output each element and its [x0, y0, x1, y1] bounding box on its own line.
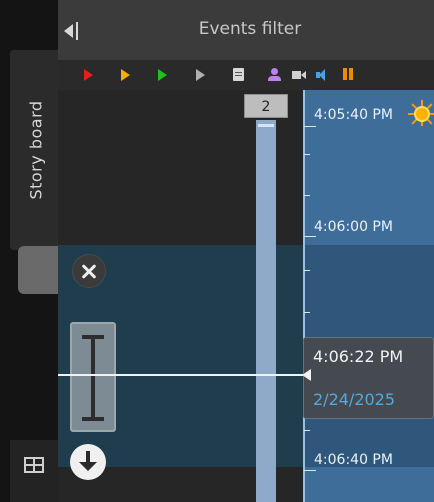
cursor-date: 2/24/2025 — [313, 390, 396, 409]
major-tick — [304, 470, 316, 471]
storyboard-column[interactable] — [256, 120, 276, 502]
camera-icon[interactable] — [292, 68, 306, 82]
minor-tick — [304, 154, 310, 155]
document-icon[interactable] — [233, 68, 247, 82]
cursor-pointer-icon — [302, 369, 311, 381]
yellow-play-icon[interactable] — [121, 68, 135, 82]
close-icon[interactable] — [72, 254, 106, 288]
sun-icon — [408, 100, 434, 126]
gray-play-icon[interactable] — [196, 68, 210, 82]
pause-icon[interactable] — [342, 68, 356, 82]
panel-resize-handle[interactable] — [18, 246, 58, 294]
speaker-icon[interactable] — [316, 68, 330, 82]
collapse-left-icon[interactable] — [64, 22, 84, 40]
timeline-label: 4:06:40 PM — [314, 452, 393, 468]
cursor-time: 4:06:22 PM — [313, 347, 404, 366]
minor-tick — [304, 195, 310, 196]
timeline-axis — [303, 90, 305, 502]
green-play-icon[interactable] — [158, 68, 172, 82]
person-icon[interactable] — [268, 68, 282, 82]
major-tick — [304, 236, 316, 237]
grid-icon[interactable] — [24, 457, 44, 473]
minor-tick — [304, 312, 310, 313]
major-tick — [304, 126, 316, 127]
i-beam-bracket-icon — [80, 335, 106, 421]
storyboard-column-marker — [258, 124, 274, 127]
minor-tick — [304, 430, 310, 431]
event-count-badge: 2 — [244, 94, 288, 118]
panel-title: Events filter — [198, 19, 302, 39]
minor-tick — [304, 270, 310, 271]
storyboard-tab-label: Story board — [26, 100, 46, 200]
storyboard-tab-label-wrap: Story board — [16, 65, 56, 235]
timeline-label: 4:06:00 PM — [314, 219, 393, 235]
download-icon[interactable] — [70, 444, 106, 480]
timeline-label: 4:05:40 PM — [314, 107, 393, 123]
red-play-icon[interactable] — [84, 68, 98, 82]
